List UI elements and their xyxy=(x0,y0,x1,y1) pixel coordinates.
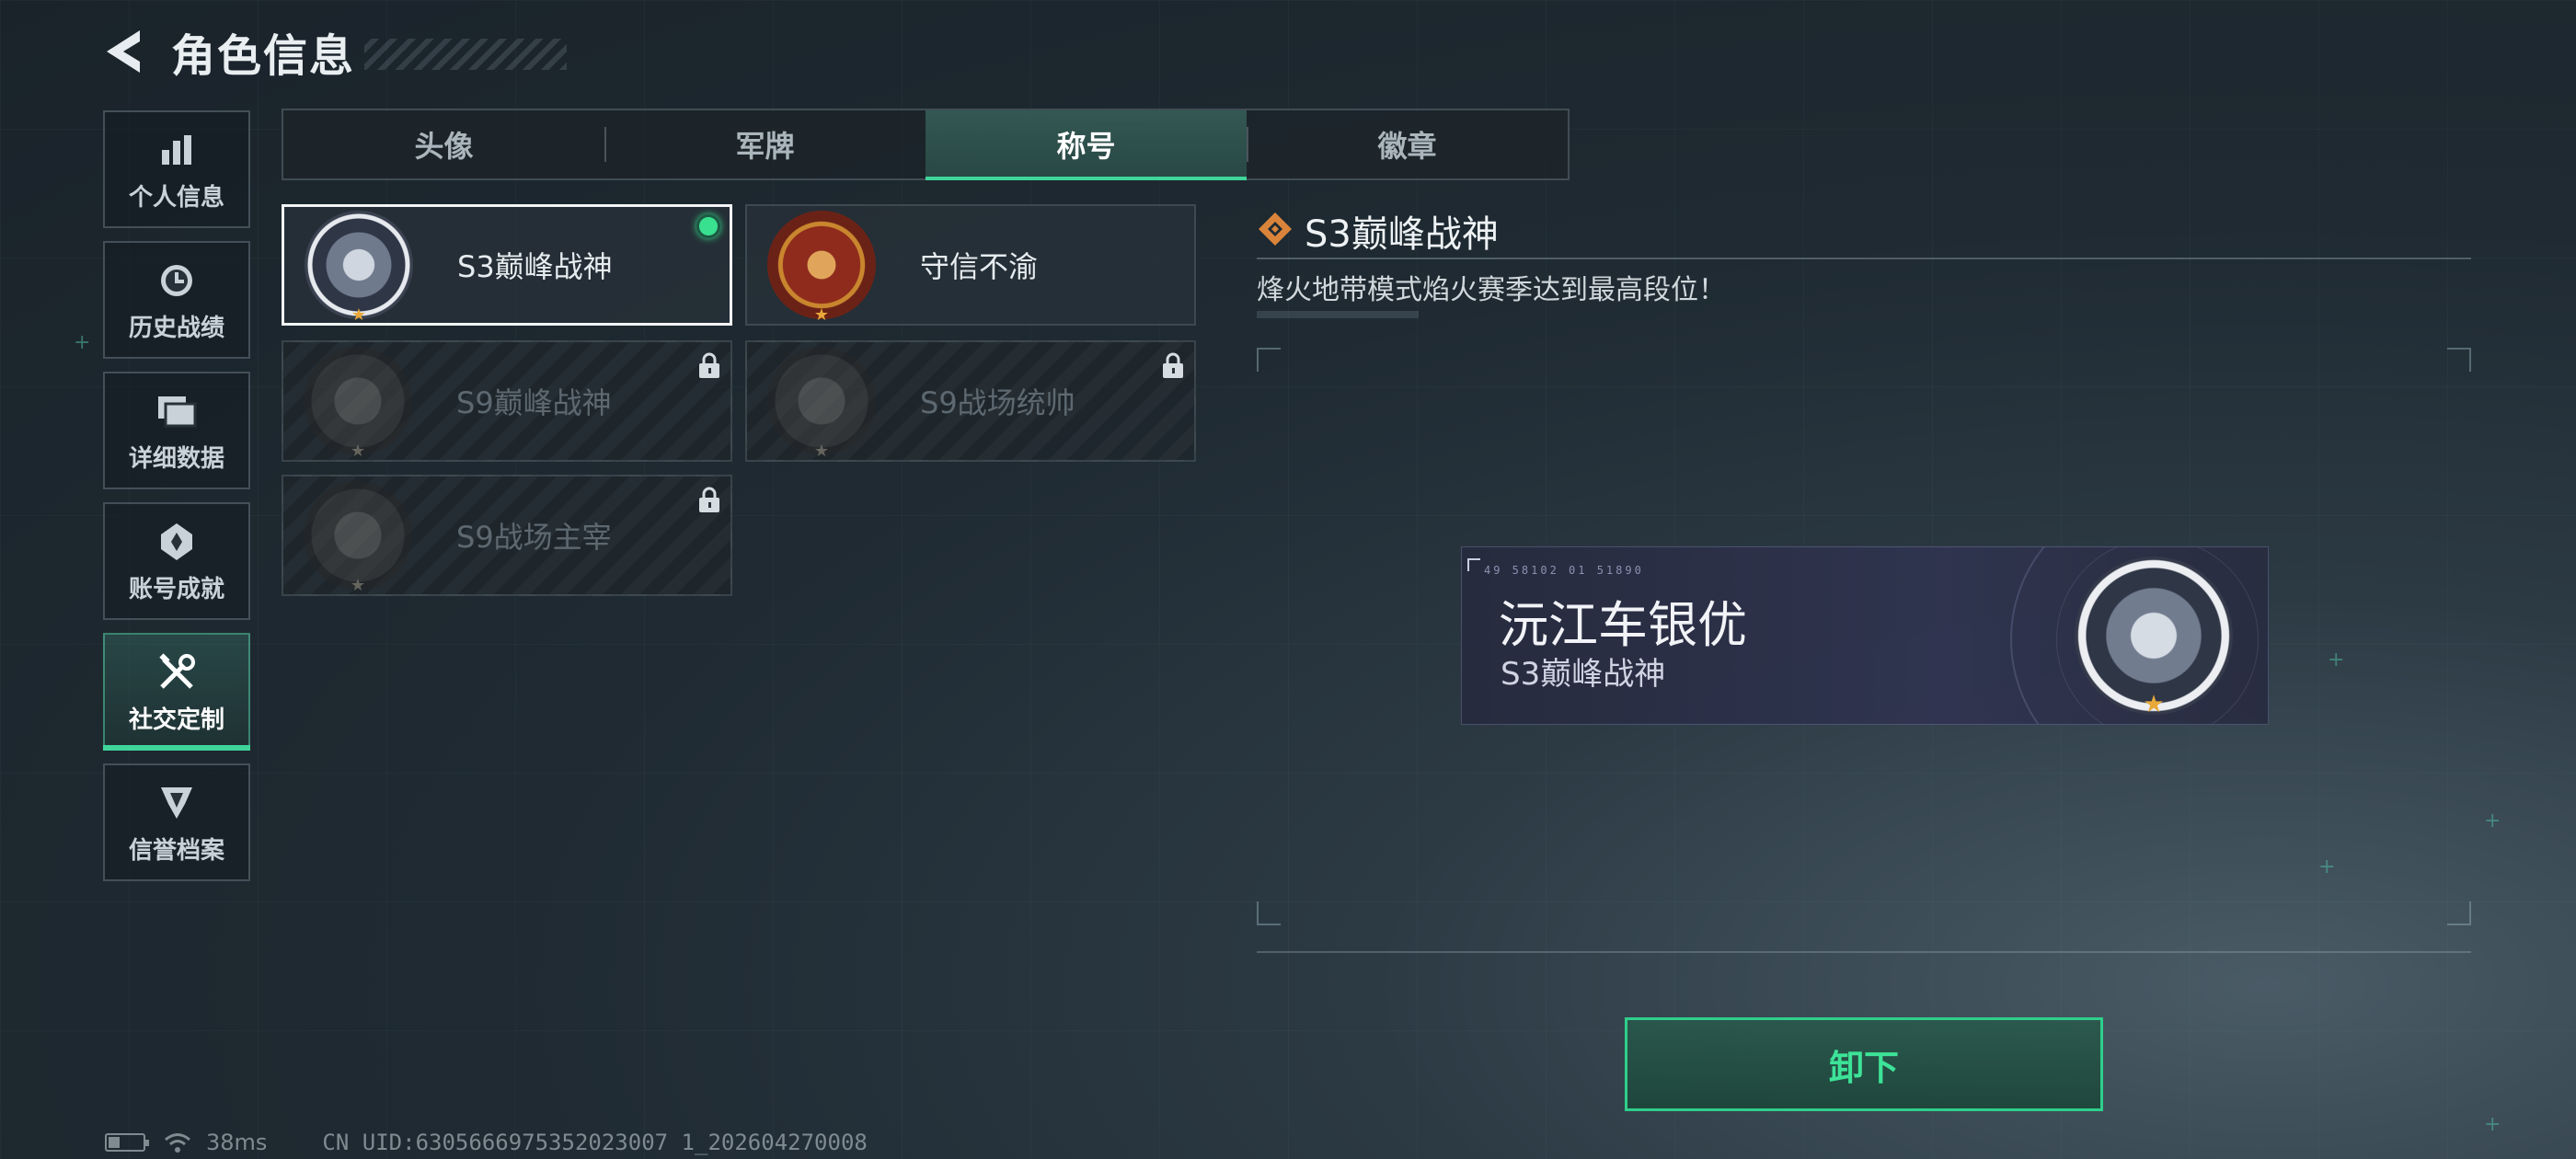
tab-dog-tag[interactable]: 军牌 xyxy=(604,110,926,178)
frame-corner xyxy=(1257,348,1281,372)
nameplate-title: S3巅峰战神 xyxy=(1501,656,1666,693)
lock-icon xyxy=(697,486,721,513)
title-decoration xyxy=(364,39,568,70)
sidebar-item-label: 历史战绩 xyxy=(128,314,224,342)
sidebar-item-credit-record[interactable]: 信誉档案 xyxy=(103,763,250,881)
frame-corner xyxy=(2447,901,2471,925)
page-title: 角色信息 xyxy=(171,30,356,82)
title-card-label: 守信不渝 xyxy=(920,249,1039,284)
title-card[interactable]: ★ S9巅峰战神 xyxy=(282,340,732,462)
back-arrow-icon[interactable] xyxy=(101,26,145,77)
tools-icon xyxy=(154,649,200,695)
armillary-sphere-icon: ★ xyxy=(305,211,413,325)
sidebar-item-label: 社交定制 xyxy=(128,706,224,734)
battery-icon xyxy=(105,1133,149,1152)
title-card[interactable]: ★ S3巅峰战神 xyxy=(282,204,732,326)
star-icon: ★ xyxy=(813,305,830,325)
sidebar-item-personal-info[interactable]: 个人信息 xyxy=(103,110,250,228)
divider xyxy=(1257,951,2471,953)
sidebar-item-social-custom[interactable]: 社交定制 xyxy=(103,633,250,751)
star-icon: ★ xyxy=(350,576,366,595)
title-card[interactable]: ★ 守信不渝 xyxy=(745,204,1196,326)
title-card[interactable]: ★ S9战场主宰 xyxy=(282,475,732,596)
title-card[interactable]: ★ S9战场统帅 xyxy=(745,340,1196,462)
status-bar: 38ms CN UID:6305666975352023007 1_202604… xyxy=(105,1130,868,1155)
tab-bar: 头像 军牌 称号 徽章 xyxy=(282,109,1570,180)
mushroom-cloud-icon: ★ xyxy=(304,481,412,595)
divider xyxy=(1257,311,1419,318)
sidebar-item-label: 账号成就 xyxy=(128,575,224,603)
star-icon: ★ xyxy=(813,442,830,461)
page-header: 角色信息 xyxy=(101,22,568,82)
frame-corner xyxy=(2447,348,2471,372)
wifi-icon xyxy=(164,1131,191,1153)
title-card-label: S3巅峰战神 xyxy=(457,249,613,284)
star-icon: ★ xyxy=(350,442,366,461)
scales-icon: ★ xyxy=(767,211,876,325)
nameplate-preview: 49 58102 01 51890 沅江车银优 S3巅峰战神 ★ xyxy=(1461,546,2269,725)
crosshair-decoration: + xyxy=(74,331,91,354)
sidebar-item-history[interactable]: 历史战绩 xyxy=(103,241,250,359)
frame-corner xyxy=(1467,558,1480,571)
sidebar-item-achievements[interactable]: 账号成就 xyxy=(103,502,250,620)
detail-title: S3巅峰战神 xyxy=(1305,213,1499,256)
sidebar-item-label: 个人信息 xyxy=(128,183,224,212)
sidebar-item-label: 信誉档案 xyxy=(128,836,224,865)
title-card-label: S9巅峰战神 xyxy=(456,385,612,420)
divider xyxy=(1257,258,2471,259)
clock-icon xyxy=(154,258,200,304)
shield-icon xyxy=(154,780,200,826)
uid-text: CN UID:6305666975352023007 1_20260427000… xyxy=(322,1130,868,1155)
tab-avatar[interactable]: 头像 xyxy=(283,110,604,178)
bar-chart-icon xyxy=(154,127,200,173)
title-card-label: S9战场统帅 xyxy=(920,385,1075,420)
detail-description: 烽火地带模式焰火赛季达到最高段位！ xyxy=(1257,274,1726,306)
nameplate-code: 49 58102 01 51890 xyxy=(1484,564,1644,577)
dam-icon: ★ xyxy=(304,347,412,461)
warship-icon: ★ xyxy=(767,347,876,461)
title-card-label: S9战场主宰 xyxy=(456,520,612,555)
lock-icon xyxy=(697,351,721,379)
sidebar: 个人信息 历史战绩 详细数据 账号成就 社交定制 信誉档案 xyxy=(103,110,250,894)
diamond-icon xyxy=(1257,211,1294,251)
star-icon: ★ xyxy=(351,305,367,325)
achievement-icon xyxy=(154,519,200,565)
star-icon: ★ xyxy=(2143,691,2165,718)
crosshair-decoration: + xyxy=(2484,809,2501,832)
tab-title[interactable]: 称号 xyxy=(926,110,1247,180)
sidebar-item-detailed-data[interactable]: 详细数据 xyxy=(103,372,250,489)
lock-icon xyxy=(1161,351,1185,379)
crosshair-decoration: + xyxy=(2484,1113,2501,1136)
player-name: 沅江车银优 xyxy=(1499,596,1747,654)
unequip-button[interactable]: 卸下 xyxy=(1625,1017,2103,1111)
armillary-sphere-icon: ★ xyxy=(2075,557,2233,718)
detail-header: S3巅峰战神 xyxy=(1257,204,1499,258)
equipped-indicator xyxy=(696,214,720,238)
ping-value: 38ms xyxy=(206,1130,268,1155)
sidebar-item-label: 详细数据 xyxy=(128,444,224,473)
frame-corner xyxy=(1257,901,1281,925)
tab-badge[interactable]: 徽章 xyxy=(1247,110,1568,178)
folder-icon xyxy=(154,388,200,434)
